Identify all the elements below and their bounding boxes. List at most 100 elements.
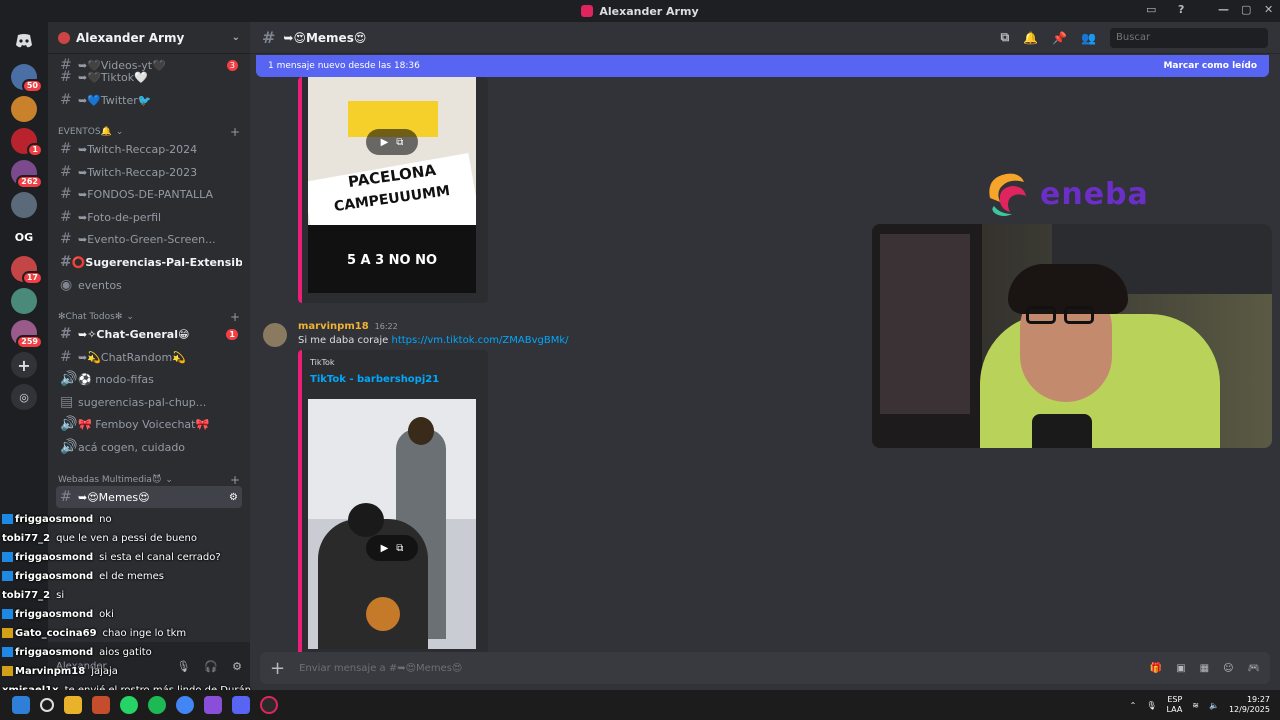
close-icon[interactable]: ✕	[1264, 3, 1273, 16]
microphone-icon[interactable]: 🎙	[1146, 701, 1156, 710]
voice-icon: 🔊	[60, 371, 78, 387]
store-icon[interactable]	[92, 696, 110, 714]
help-icon[interactable]: ?	[1178, 3, 1184, 16]
channel-item[interactable]: # ➥Twitch-Reccap-2023	[56, 161, 242, 183]
server-icon[interactable]: 50	[11, 64, 43, 93]
whatsapp-icon[interactable]	[120, 696, 138, 714]
channel-item[interactable]: 🔊 ⚽ modo-fifas	[56, 368, 242, 390]
discord-taskbar-icon[interactable]	[232, 696, 250, 714]
window-titlebar: Alexander Army ▭ ? — ▢ ✕	[0, 0, 1280, 22]
volume-icon[interactable]: 🔈	[1209, 701, 1219, 710]
channel-item[interactable]: # ➥Foto-de-perfil	[56, 206, 242, 228]
emoji-icon[interactable]: ☺	[1223, 663, 1233, 674]
chrome-icon[interactable]	[176, 696, 194, 714]
play-button[interactable]: ▶ ⧉	[366, 129, 418, 155]
bell-icon[interactable]: 🔔	[1023, 31, 1038, 45]
server-icon[interactable]: OG	[11, 224, 37, 250]
windows-start-icon[interactable]	[12, 696, 30, 714]
spotify-icon[interactable]	[148, 696, 166, 714]
play-button[interactable]: ▶ ⧉	[366, 535, 418, 561]
channel-item[interactable]: # ➥Evento-Green-Screen...	[56, 228, 242, 250]
video-thumbnail[interactable]: PACELONA CAMPEUUUMM 5 A 3 NO NO ▶ ⧉	[308, 77, 476, 293]
channel-item[interactable]: ▤ sugerencias-pal-chup...	[56, 391, 242, 413]
chat-message: Marvinpm18 jajaja	[2, 666, 118, 677]
hash-icon: #	[60, 209, 72, 225]
server-icon[interactable]	[11, 288, 37, 314]
channel-item[interactable]: # ⭕Sugerencias-Pal-Extensib...	[56, 251, 242, 273]
add-channel-icon[interactable]: +	[230, 125, 240, 139]
hash-icon: #	[60, 349, 72, 365]
activity-icon[interactable]: 🎮	[1248, 663, 1260, 674]
gif-icon[interactable]: ▣	[1176, 663, 1185, 674]
pin-icon[interactable]: 📌	[1052, 31, 1067, 45]
discord-home-icon[interactable]	[11, 28, 37, 54]
gear-icon[interactable]: ⚙	[232, 660, 242, 673]
system-tray: ⌃ 🎙 ESP LAA ≋ 🔈 19:27 12/9/2025	[1130, 690, 1270, 720]
avatar[interactable]	[263, 323, 287, 347]
inbox-icon[interactable]: ▭	[1146, 3, 1156, 16]
app-icon[interactable]	[204, 696, 222, 714]
add-channel-icon[interactable]: +	[230, 310, 240, 324]
channel-item[interactable]: # ➥Twitch-Reccap-2024	[56, 138, 242, 160]
server-icon[interactable]: 17	[11, 256, 43, 285]
channel-item[interactable]: # ➥💙Twitter🐦	[56, 89, 242, 111]
channel-item[interactable]: ◉ eventos	[56, 274, 242, 296]
chat-message: friggaosmond no	[2, 514, 112, 525]
add-channel-icon[interactable]: +	[230, 473, 240, 487]
hash-icon: #	[60, 231, 72, 247]
badge-icon	[2, 647, 13, 657]
channel-item[interactable]: 🔊 🎀 Femboy Voicechat🎀	[56, 413, 242, 435]
server-icon[interactable]	[11, 96, 37, 122]
category-multimedia[interactable]: Webadas Multimedia😈 ⌄ +	[58, 473, 240, 487]
add-attachment-icon[interactable]: +	[270, 658, 285, 679]
members-icon[interactable]: 👥	[1081, 31, 1096, 45]
channel-item[interactable]: # ➥💫ChatRandom💫	[56, 346, 242, 368]
discover-icon[interactable]: ◎	[11, 384, 37, 410]
mention-badge: 259	[16, 335, 43, 349]
channel-item[interactable]: # ➥FONDOS-DE-PANTALLA	[56, 183, 242, 205]
windows-taskbar: ⌃ 🎙 ESP LAA ≋ 🔈 19:27 12/9/2025	[0, 690, 1280, 720]
category-chat[interactable]: ✻Chat Todos✻ ⌄ +	[58, 310, 240, 324]
new-messages-bar[interactable]: 1 mensaje nuevo desde las 18:36 Marcar c…	[256, 55, 1269, 77]
search-icon[interactable]	[40, 698, 54, 712]
headphones-icon[interactable]: 🎧	[204, 660, 218, 673]
composer-placeholder: Enviar mensaje a #➥😍Memes😍	[299, 662, 463, 674]
channel-item[interactable]: # ➥🖤Tiktok🤍	[56, 66, 242, 88]
guild-header[interactable]: Alexander Army ⌄	[48, 22, 250, 54]
voice-icon: 🔊	[60, 439, 78, 455]
message-link[interactable]: https://vm.tiktok.com/ZMABvgBMk/	[391, 335, 568, 346]
file-explorer-icon[interactable]	[64, 696, 82, 714]
hash-icon: #	[60, 326, 72, 342]
message-author[interactable]: marvinpm18 16:22	[298, 321, 398, 332]
chat-message: tobi77_2 que le ven a pessi de bueno	[2, 533, 197, 544]
embed-title[interactable]: TikTok - barbershopj21	[310, 374, 439, 385]
settings-icon[interactable]: ⚙	[229, 492, 238, 503]
language-indicator[interactable]: ESP LAA	[1166, 695, 1182, 715]
embed-provider: TikTok	[310, 358, 335, 367]
maximize-icon[interactable]: ▢	[1241, 3, 1251, 16]
server-icon[interactable]: 1	[11, 128, 43, 157]
gift-icon[interactable]: 🎁	[1150, 663, 1162, 674]
minimize-icon[interactable]: —	[1218, 3, 1229, 16]
channel-item-memes-active[interactable]: # ➥😍Memes😍 ⚙	[56, 486, 242, 508]
video-thumbnail[interactable]: ▶ ⧉	[308, 399, 476, 649]
tiktok-embed: TikTok TikTok - barbershopj21 ▶ ⧉	[298, 350, 488, 670]
server-icon[interactable]: 259	[11, 320, 43, 349]
add-server-icon[interactable]: +	[11, 352, 37, 378]
chevron-up-icon[interactable]: ⌃	[1130, 701, 1137, 710]
channel-item[interactable]: # ➥✧Chat-General😁 1	[56, 323, 242, 345]
search-input[interactable]	[1110, 27, 1268, 48]
message-composer[interactable]: + Enviar mensaje a #➥😍Memes😍 🎁 ▣ ▦ ☺ 🎮	[260, 652, 1270, 684]
obs-icon[interactable]	[260, 696, 278, 714]
clock[interactable]: 19:27 12/9/2025	[1229, 695, 1270, 715]
sticker-icon[interactable]: ▦	[1200, 663, 1209, 674]
threads-icon[interactable]: ⧉	[1001, 30, 1010, 45]
wifi-icon[interactable]: ≋	[1192, 701, 1199, 710]
server-icon[interactable]: 262	[11, 160, 43, 189]
webcam-overlay	[872, 224, 1272, 448]
channel-item[interactable]: 🔊 acá cogen, cuidado	[56, 436, 242, 458]
microphone-icon[interactable]: 🎙	[176, 660, 190, 673]
mark-read-button[interactable]: Marcar como leído	[1163, 61, 1257, 71]
category-eventos[interactable]: EVENTOS🔔 ⌄ +	[58, 125, 240, 139]
server-icon[interactable]	[11, 192, 37, 218]
